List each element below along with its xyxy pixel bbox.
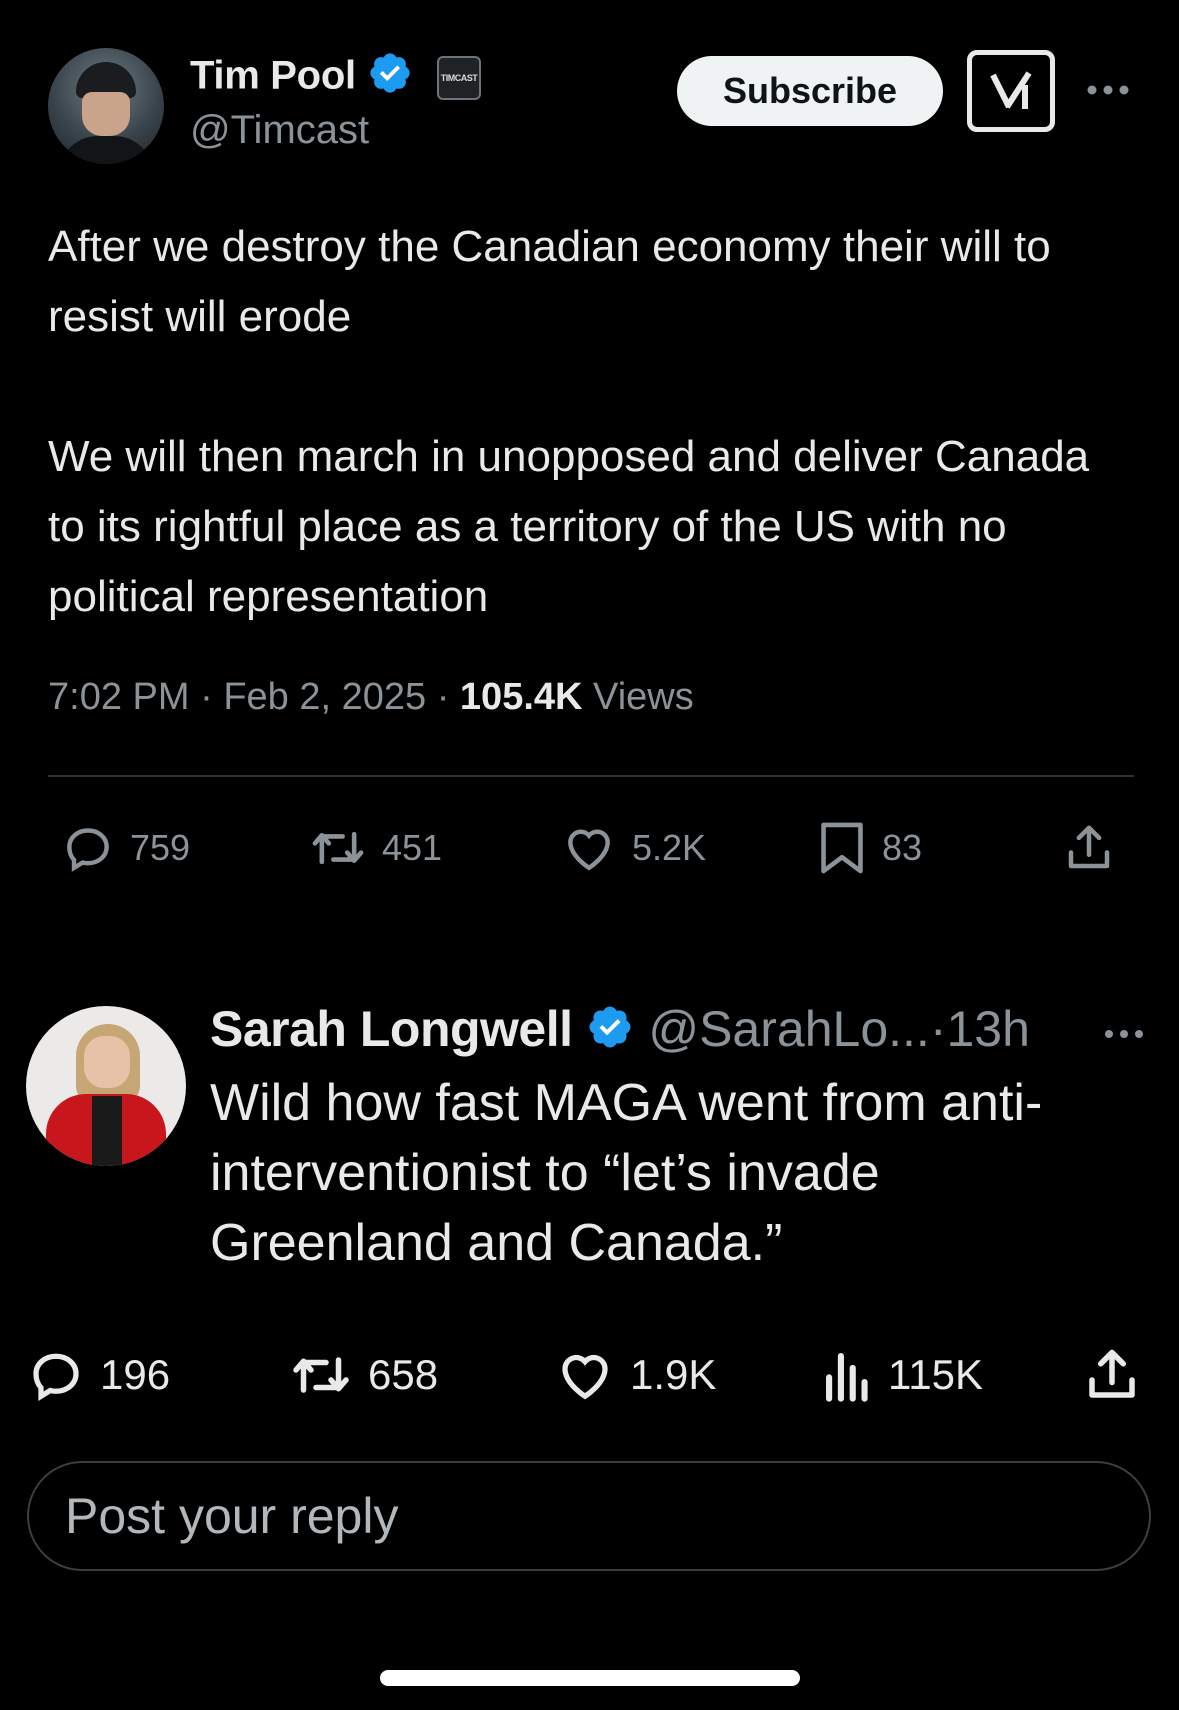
like-button[interactable]: 5.2K: [560, 812, 706, 884]
meta-separator: ·: [200, 676, 213, 718]
reply-time[interactable]: 13h: [946, 1001, 1029, 1057]
tweet-date[interactable]: Feb 2, 2025: [223, 676, 426, 718]
share-icon: [1068, 825, 1110, 869]
reply-icon: [33, 1353, 79, 1401]
views-count: 115K: [888, 1351, 983, 1398]
views-button[interactable]: 115K: [822, 1336, 983, 1414]
tweet-actions: 759 451 5.2K 83: [60, 812, 1140, 884]
share-button[interactable]: [1062, 812, 1116, 884]
repost-count: 658: [368, 1351, 439, 1398]
like-count: 5.2K: [632, 827, 707, 868]
reply-author-avatar[interactable]: [26, 1006, 186, 1166]
more-horizontal-icon: [1087, 85, 1129, 95]
reply-author-handle[interactable]: @SarahLo...: [648, 1001, 929, 1057]
repost-button[interactable]: 451: [308, 812, 442, 884]
meta-separator: ·: [929, 1001, 947, 1057]
reply-body: Wild how fast MAGA went from anti-interv…: [210, 1074, 1043, 1272]
views-count: 105.4K: [459, 676, 583, 718]
tweet-paragraph: After we destroy the Canadian economy th…: [48, 222, 1051, 341]
reply-author-name[interactable]: Sarah Longwell: [210, 1001, 573, 1057]
share-icon: [1089, 1349, 1135, 1398]
more-horizontal-icon: [1105, 1030, 1143, 1038]
author-name-text: Tim Pool: [190, 53, 356, 98]
reply-button[interactable]: 196: [26, 1336, 170, 1414]
share-button[interactable]: [1082, 1336, 1142, 1414]
tweet-meta: 7:02 PM · Feb 2, 2025 · 105.4K Views: [48, 676, 694, 719]
verified-badge-icon: [367, 50, 413, 106]
grok-icon: [990, 71, 1032, 109]
repost-count: 451: [382, 827, 443, 868]
grok-button[interactable]: [967, 50, 1055, 132]
meta-separator: ·: [436, 676, 450, 718]
reply-count: 759: [130, 827, 191, 868]
author-name[interactable]: Tim Pool: [190, 50, 413, 106]
views-icon: [826, 1353, 868, 1402]
repost-button[interactable]: 658: [288, 1336, 438, 1414]
reply-composer[interactable]: [27, 1461, 1151, 1571]
verified-badge-icon: [586, 1003, 634, 1063]
like-count: 1.9K: [630, 1351, 717, 1398]
bookmark-button[interactable]: 83: [816, 812, 922, 884]
repost-icon: [312, 831, 364, 865]
heart-icon: [568, 829, 610, 871]
author-handle[interactable]: @Timcast: [190, 108, 369, 153]
reply-header: Sarah Longwell @SarahLo...·13h: [210, 1000, 1030, 1063]
tweet-paragraph: We will then march in unopposed and deli…: [48, 432, 1090, 621]
tweet-body: After we destroy the Canadian economy th…: [48, 212, 1128, 632]
bookmark-icon: [821, 822, 863, 874]
reply-icon: [67, 828, 109, 872]
views-label: Views: [593, 676, 694, 718]
reply-button[interactable]: 759: [60, 812, 190, 884]
affiliate-badge-text: TIMCAST: [440, 73, 478, 83]
repost-icon: [293, 1357, 349, 1393]
reply-count: 196: [100, 1351, 171, 1398]
author-avatar[interactable]: [48, 48, 164, 164]
heart-icon: [562, 1354, 608, 1400]
reply-more-options-button[interactable]: [1104, 1010, 1144, 1049]
affiliate-badge[interactable]: TIMCAST: [437, 56, 481, 100]
more-options-button[interactable]: [1086, 66, 1130, 105]
like-button[interactable]: 1.9K: [554, 1336, 716, 1414]
subscribe-button[interactable]: Subscribe: [677, 56, 943, 126]
reply-input[interactable]: [65, 1487, 1149, 1545]
reply-actions: 196 658 1.9K 115K: [26, 1336, 1166, 1414]
bookmark-count: 83: [882, 827, 923, 868]
tweet-time[interactable]: 7:02 PM: [48, 676, 190, 718]
home-indicator[interactable]: [380, 1670, 800, 1686]
divider: [48, 775, 1134, 777]
